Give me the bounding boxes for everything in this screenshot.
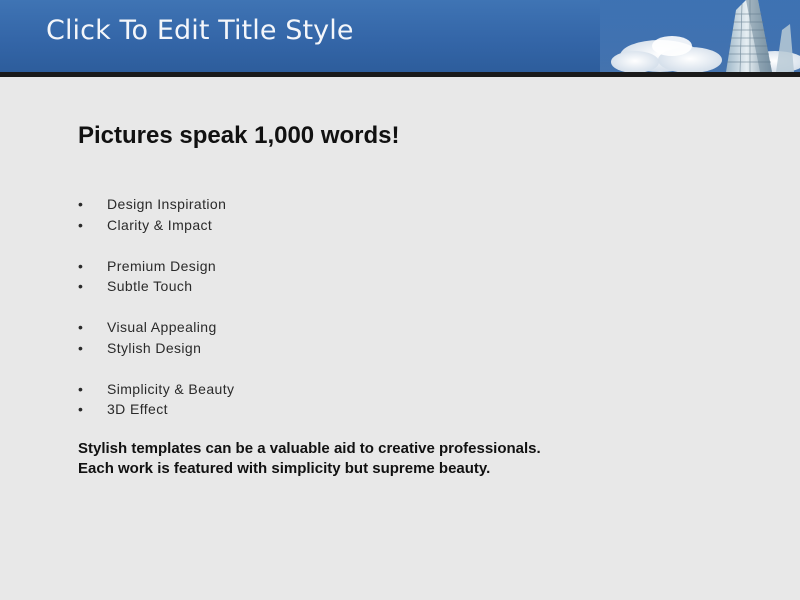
bullet-item: Premium Design: [78, 256, 234, 277]
title-bar-divider: [0, 72, 800, 77]
summary-text[interactable]: Stylish templates can be a valuable aid …: [78, 439, 541, 479]
bullet-item: Subtle Touch: [78, 276, 234, 297]
bullet-item: Design Inspiration: [78, 194, 234, 215]
slide-title[interactable]: Click To Edit Title Style: [46, 17, 354, 44]
skyscraper-clouds-image: [600, 0, 800, 72]
bullet-item: 3D Effect: [78, 399, 234, 420]
summary-line: Stylish templates can be a valuable aid …: [78, 440, 541, 457]
content-heading[interactable]: Pictures speak 1,000 words!: [78, 124, 400, 148]
bullet-item: Simplicity & Beauty: [78, 379, 234, 400]
bullet-item: Visual Appealing: [78, 317, 234, 338]
bullet-item: Clarity & Impact: [78, 215, 234, 236]
title-bar: Click To Edit Title Style: [0, 0, 800, 72]
bullet-item: Stylish Design: [78, 338, 234, 359]
summary-line: Each work is featured with simplicity bu…: [78, 460, 491, 477]
slide: Click To Edit Title Style Pictures speak…: [0, 0, 800, 600]
bullet-list[interactable]: Design Inspiration Clarity & Impact Prem…: [78, 194, 234, 420]
